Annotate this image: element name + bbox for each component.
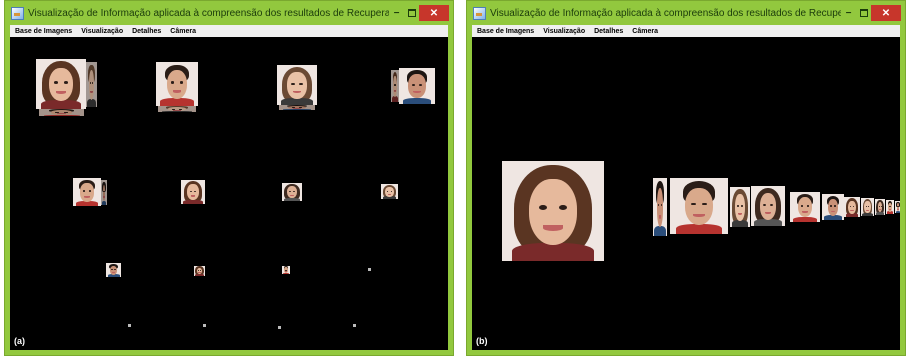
face-photo	[381, 184, 398, 199]
cube-bottom-face	[39, 109, 84, 116]
result-image-tile[interactable]	[886, 200, 894, 214]
result-image-tile[interactable]	[282, 183, 302, 201]
menu-camera[interactable]: Câmera	[170, 28, 196, 35]
face-photo	[886, 200, 894, 214]
result-image-tile[interactable]	[194, 266, 205, 276]
result-image-tile[interactable]	[790, 192, 820, 222]
result-image-tile[interactable]	[73, 178, 107, 206]
result-image-tile[interactable]	[106, 263, 121, 277]
result-image-tile[interactable]	[36, 59, 97, 116]
menu-base-de-imagens[interactable]: Base de Imagens	[477, 28, 534, 35]
face-photo	[277, 65, 317, 105]
app-icon	[11, 6, 24, 20]
face-photo	[399, 68, 435, 104]
face-photo	[895, 201, 900, 213]
menu-camera[interactable]: Câmera	[632, 28, 658, 35]
result-image-tile[interactable]	[203, 324, 206, 327]
face-photo	[861, 198, 874, 216]
face-photo	[282, 266, 290, 274]
face-photo	[73, 178, 101, 206]
face-photo	[844, 197, 860, 217]
result-image-tile[interactable]	[277, 65, 317, 110]
panel-label: (b)	[476, 336, 488, 346]
menu-visualizacao[interactable]: Visualização	[81, 28, 123, 35]
visualization-canvas[interactable]: (b)	[472, 37, 900, 350]
result-image-tile[interactable]	[381, 184, 398, 199]
result-image-tile[interactable]	[895, 201, 900, 213]
maximize-icon[interactable]	[856, 5, 871, 21]
minimize-icon[interactable]: −	[389, 5, 404, 21]
result-image-tile[interactable]	[278, 326, 281, 329]
cube-bottom-face	[158, 106, 196, 112]
face-photo	[194, 266, 205, 276]
result-image-tile[interactable]	[822, 194, 844, 220]
cube-side-face	[86, 62, 97, 107]
window-title: Visualização de Informação aplicada à co…	[490, 7, 841, 19]
result-image-tile[interactable]	[282, 266, 290, 274]
panel-label: (a)	[14, 336, 25, 346]
face-photo	[282, 183, 302, 201]
visualization-canvas[interactable]: (a)	[10, 37, 448, 350]
result-image-tile[interactable]	[502, 161, 604, 261]
result-image-tile[interactable]	[861, 198, 874, 216]
close-icon[interactable]: ✕	[419, 5, 449, 21]
face-photo	[751, 186, 785, 226]
face-photo	[875, 199, 885, 215]
face-photo	[181, 180, 205, 204]
result-image-tile[interactable]	[875, 199, 885, 215]
face-photo	[502, 161, 604, 261]
menu-detalhes[interactable]: Detalhes	[594, 28, 623, 35]
window-grid-view: Visualização de Informação aplicada à co…	[4, 0, 454, 356]
window-title: Visualização de Informação aplicada à co…	[28, 7, 389, 19]
result-image-tile[interactable]	[730, 187, 750, 227]
close-icon[interactable]: ✕	[871, 5, 901, 21]
window-perspective-view: Visualização de Informação aplicada à co…	[466, 0, 906, 356]
menu-detalhes[interactable]: Detalhes	[132, 28, 161, 35]
face-photo	[156, 62, 198, 106]
face-photo	[36, 59, 86, 109]
cube-side-face	[391, 70, 399, 102]
menu-bar: Base de Imagens Visualização Detalhes Câ…	[10, 25, 448, 37]
result-image-tile[interactable]	[156, 62, 198, 112]
result-image-tile[interactable]	[844, 197, 860, 217]
result-image-tile[interactable]	[670, 178, 728, 234]
result-image-tile[interactable]	[391, 68, 435, 104]
result-image-tile[interactable]	[368, 268, 371, 271]
result-image-tile[interactable]	[181, 180, 205, 204]
face-photo	[106, 263, 121, 277]
title-bar[interactable]: Visualização de Informação aplicada à co…	[5, 1, 453, 25]
face-photo	[790, 192, 820, 222]
minimize-icon[interactable]: −	[841, 5, 856, 21]
app-icon	[473, 6, 486, 20]
menu-visualizacao[interactable]: Visualização	[543, 28, 585, 35]
face-photo	[730, 187, 750, 227]
cube-side-face	[101, 180, 107, 205]
menu-bar: Base de Imagens Visualização Detalhes Câ…	[472, 25, 900, 37]
result-image-tile[interactable]	[653, 178, 667, 236]
result-image-tile[interactable]	[353, 324, 356, 327]
face-photo	[822, 194, 844, 220]
title-bar[interactable]: Visualização de Informação aplicada à co…	[467, 1, 905, 25]
maximize-icon[interactable]	[404, 5, 419, 21]
result-image-tile[interactable]	[751, 186, 785, 226]
cube-bottom-face	[279, 105, 315, 110]
face-photo	[670, 178, 728, 234]
menu-base-de-imagens[interactable]: Base de Imagens	[15, 28, 72, 35]
result-image-tile[interactable]	[128, 324, 131, 327]
face-photo	[653, 178, 667, 236]
